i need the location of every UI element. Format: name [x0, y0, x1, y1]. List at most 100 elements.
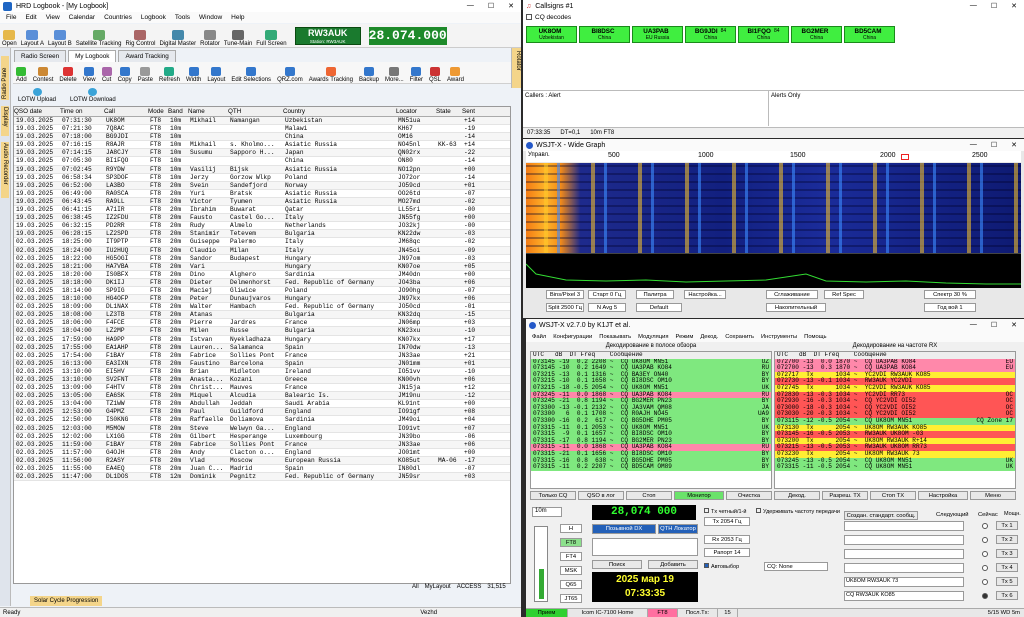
- table-row[interactable]: 19.03.2025 06:41:15 A71IR FT8 20m Ibrahim Buwa…: [14, 206, 510, 215]
- table-row[interactable]: 19.03.2025 07:18:00 BG9JDI FT8 10m China OM16 -…: [14, 133, 510, 142]
- action-awards-tracking-button[interactable]: Awards Tracking: [306, 67, 356, 83]
- close-icon[interactable]: ✕: [1011, 141, 1017, 149]
- table-row[interactable]: 02.03.2025 11:56:00 R2ASY FT8 20m Vlad Moscow E…: [14, 456, 510, 466]
- wsjt-button-qso-в-лог[interactable]: QSO в лог: [578, 491, 624, 500]
- toolbar-full-screen-button[interactable]: Full Screen: [254, 30, 288, 47]
- toolbar-layout-a-button[interactable]: Layout A: [19, 30, 46, 47]
- wide-control-старт-0-гц[interactable]: Старт 0 Гц: [588, 290, 626, 299]
- cq-decode-item[interactable]: BG9JDI 84 China: [685, 26, 736, 43]
- radio-icon[interactable]: [982, 565, 988, 571]
- checkbox-icon[interactable]: [526, 14, 532, 20]
- action-more-button[interactable]: More...: [382, 67, 407, 83]
- report-spin[interactable]: Рапорт 14: [704, 548, 750, 557]
- mode-button-jt65[interactable]: JT65: [560, 594, 582, 603]
- menu-window[interactable]: Window: [199, 14, 222, 21]
- radio-icon[interactable]: [982, 593, 988, 599]
- wsjt-button-очистка[interactable]: Очистка: [726, 491, 772, 500]
- table-row[interactable]: 19.03.2025 06:49:00 RA0SCA FT8 20m Yuri Bratsk…: [14, 190, 510, 198]
- tx-frequency-spin[interactable]: Tx 2054 Гц: [704, 517, 750, 526]
- cq-decode-item[interactable]: UA3PAB EU Russia: [632, 26, 683, 43]
- table-row[interactable]: 02.03.2025 12:02:00 LX1GG FT8 20m Gilbert Hesp…: [14, 433, 510, 441]
- maximize-icon[interactable]: ☐: [991, 321, 997, 329]
- tx-button-3[interactable]: Tx 3: [996, 549, 1018, 558]
- action-copy-button[interactable]: Copy: [115, 67, 135, 83]
- table-row[interactable]: 02.03.2025 18:09:00 DL1NAX FT8 20m Walter Hamb…: [14, 303, 510, 312]
- action-qrz-com-button[interactable]: QRZ.com: [274, 67, 306, 83]
- action-add-button[interactable]: Add: [13, 67, 30, 83]
- table-row[interactable]: 02.03.2025 18:06:00 F4FCE FT8 20m Pierre Jardr…: [14, 319, 510, 328]
- column-header-country[interactable]: Country: [283, 107, 396, 116]
- minimize-icon[interactable]: —: [970, 2, 977, 10]
- cq-decode-item[interactable]: BI1FQO 84 China: [738, 26, 789, 43]
- toolbar-open-button[interactable]: Open: [0, 30, 19, 47]
- column-header-sent[interactable]: Sent: [462, 107, 486, 116]
- table-row[interactable]: 02.03.2025 18:22:00 HG5OGI FT8 20m Sandor Buda…: [14, 255, 510, 263]
- maximize-icon[interactable]: ☐: [991, 141, 997, 149]
- table-row[interactable]: 19.03.2025 06:58:34 SP3DOF FT8 10m Jerzy Gorzo…: [14, 174, 510, 182]
- action-filter-button[interactable]: Filter: [407, 67, 426, 83]
- side-tab-audio-recorder[interactable]: Audio Recorder: [1, 142, 9, 198]
- table-row[interactable]: 02.03.2025 18:10:00 HG4OFP FT8 20m Peter Dunau…: [14, 295, 510, 304]
- table-row[interactable]: 02.03.2025 17:59:00 HA9PP FT8 20m Istvan Nyekl…: [14, 336, 510, 344]
- rx-frequency-spin[interactable]: Rx 2053 Гц: [704, 535, 750, 544]
- tx-button-5[interactable]: Tx 5: [996, 577, 1018, 586]
- cq-decode-item[interactable]: BI8DSC China: [579, 26, 630, 43]
- close-icon[interactable]: ✕: [508, 2, 514, 10]
- wsjt-menu-режим[interactable]: Режим: [675, 334, 693, 340]
- minimize-icon[interactable]: —: [970, 141, 977, 149]
- tab-radio-screen[interactable]: Radio Screen: [14, 50, 67, 62]
- table-row[interactable]: 02.03.2025 12:50:00 IS0KNG FT8 20m Raffaelle D…: [14, 416, 510, 425]
- band-activity-pane[interactable]: UTC dB DT Freq Сообщение 073145 -19 0.2 …: [530, 351, 772, 489]
- table-row[interactable]: 02.03.2025 18:21:00 HA7VBA FT8 20m Vari Hungar…: [14, 262, 510, 271]
- maximize-icon[interactable]: ☐: [488, 2, 494, 10]
- table-row[interactable]: 02.03.2025 13:10:00 EI5HV FT8 20m Brian Midlet…: [14, 368, 510, 376]
- maximize-icon[interactable]: ☐: [991, 2, 997, 10]
- wide-control-split-2500-гц[interactable]: Split 2500 Гц: [546, 303, 584, 312]
- table-row[interactable]: 02.03.2025 18:14:00 SP9IG FT8 20m Maciej Gliwi…: [14, 287, 510, 296]
- wsjt-button-только-cq[interactable]: Только CQ: [530, 491, 576, 500]
- table-row[interactable]: 02.03.2025 13:10:00 SV2FNT FT8 20m Anasta... K…: [14, 376, 510, 385]
- cq-decode-item[interactable]: BD5CAM China: [844, 26, 895, 43]
- mode-button-msk[interactable]: MSK: [560, 566, 582, 575]
- table-row[interactable]: 19.03.2025 06:52:00 LA3BO FT8 20m Svein Sandef…: [14, 181, 510, 190]
- side-tab-radio-pane[interactable]: Radio Pane: [1, 56, 9, 100]
- minimize-icon[interactable]: —: [970, 321, 977, 329]
- table-row[interactable]: 02.03.2025 13:09:00 F4HTV FT8 20m Christ... Ma…: [14, 384, 510, 393]
- radio-icon[interactable]: [982, 579, 988, 585]
- table-row[interactable]: 02.03.2025 13:05:00 EA6SK FT8 20m Miquel Alcud…: [14, 392, 510, 401]
- column-header-state[interactable]: State: [436, 107, 462, 116]
- close-icon[interactable]: ✕: [1011, 321, 1017, 329]
- column-header-locator[interactable]: Locator: [396, 107, 436, 116]
- lookup-button[interactable]: Поиск: [592, 560, 642, 569]
- wide-control-спектр-30[interactable]: Спектр 30 %: [924, 290, 976, 299]
- wsjt-button-меню[interactable]: Меню: [970, 491, 1016, 500]
- wsjt-button-разреш-tx[interactable]: Разреш. TX: [822, 491, 868, 500]
- hold-tx-check[interactable]: Удерживать частоту передачи: [756, 508, 840, 515]
- decode-line[interactable]: 073315 -11 -0.5 2054 ~ CQ UK8OM MN51 UK: [775, 463, 1015, 471]
- radio-icon[interactable]: [982, 551, 988, 557]
- table-row[interactable]: 02.03.2025 11:57:00 G4OJH FT8 20m Andy Clacton…: [14, 449, 510, 457]
- wide-control-палитра[interactable]: Палитра: [636, 290, 674, 299]
- table-row[interactable]: 19.03.2025 07:31:30 UK8OM FT8 10m Mikhail Nama…: [14, 117, 510, 126]
- action-delete-button[interactable]: Delete: [56, 67, 79, 83]
- minimize-icon[interactable]: —: [467, 2, 474, 10]
- menu-edit[interactable]: Edit: [25, 14, 36, 21]
- wsjt-menu-файл[interactable]: Файл: [532, 334, 546, 340]
- wide-control-сглаживание[interactable]: Сглаживание: [766, 290, 818, 299]
- wsjt-menu-сохранить[interactable]: Сохранить: [725, 334, 754, 340]
- action-paste-button[interactable]: Paste: [135, 67, 156, 83]
- table-row[interactable]: 02.03.2025 16:13:00 EA3IXN FT8 20m Faustino Ba…: [14, 359, 510, 368]
- menu-calendar[interactable]: Calendar: [69, 14, 95, 21]
- wsjt-menu-показывать[interactable]: Показывать: [599, 334, 631, 340]
- wsjt-menu-декод[interactable]: Декод.: [700, 334, 718, 340]
- tx-message-field[interactable]: [844, 535, 964, 545]
- wsjt-menu-конфигурации[interactable]: Конфигурации: [553, 334, 592, 340]
- radio-icon[interactable]: [982, 523, 988, 529]
- wide-control-bins-pixel-3[interactable]: Bins/Pixel 3: [546, 290, 584, 299]
- table-row[interactable]: 19.03.2025 07:02:45 R9YDW FT8 10m Vasilij Bijs…: [14, 165, 510, 174]
- layout-tab-access[interactable]: ACCESS: [457, 584, 482, 594]
- tab-my-logbook[interactable]: My Logbook: [68, 50, 117, 62]
- menu-file[interactable]: File: [6, 14, 16, 21]
- cq-select[interactable]: CQ: None: [764, 562, 828, 571]
- table-row[interactable]: 19.03.2025 07:16:15 R8AJR FT8 10m Mikhail s. K…: [14, 141, 510, 150]
